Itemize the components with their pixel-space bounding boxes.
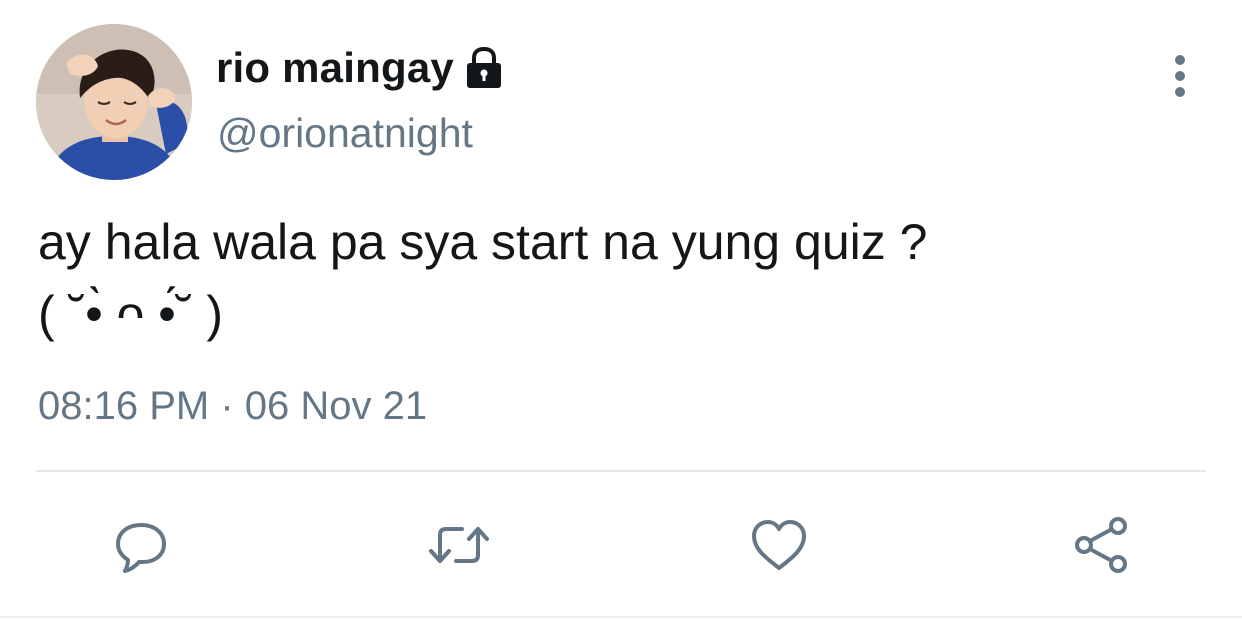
tweet-card: rio maingay @orionatnight ay hala wala p…	[0, 0, 1242, 636]
user-handle[interactable]: @orionatnight	[217, 110, 473, 157]
avatar[interactable]	[36, 24, 192, 180]
bottom-divider	[0, 616, 1242, 618]
timestamp-separator: ·	[220, 384, 234, 428]
reply-button[interactable]	[108, 512, 174, 578]
tweet-date: 06 Nov 21	[244, 384, 428, 428]
like-button[interactable]	[746, 512, 812, 578]
share-button[interactable]	[1068, 512, 1134, 578]
divider	[36, 470, 1206, 472]
reply-icon	[116, 523, 166, 573]
avatar-image	[36, 24, 192, 180]
tweet-timestamp[interactable]: 08:16 PM · 06 Nov 21	[38, 384, 427, 429]
tweet-text: ay hala wala pa sya start na yung quiz ?…	[38, 214, 928, 342]
more-vertical-icon[interactable]	[1162, 52, 1198, 100]
retweet-button[interactable]	[426, 512, 492, 578]
name-row: rio maingay	[216, 40, 504, 96]
heart-icon	[752, 520, 806, 570]
share-icon	[1075, 517, 1127, 573]
lock-icon	[464, 46, 504, 90]
action-bar	[0, 500, 1242, 590]
display-name[interactable]: rio maingay	[216, 44, 454, 92]
tweet-time: 08:16 PM	[38, 384, 210, 428]
retweet-icon	[429, 527, 489, 563]
